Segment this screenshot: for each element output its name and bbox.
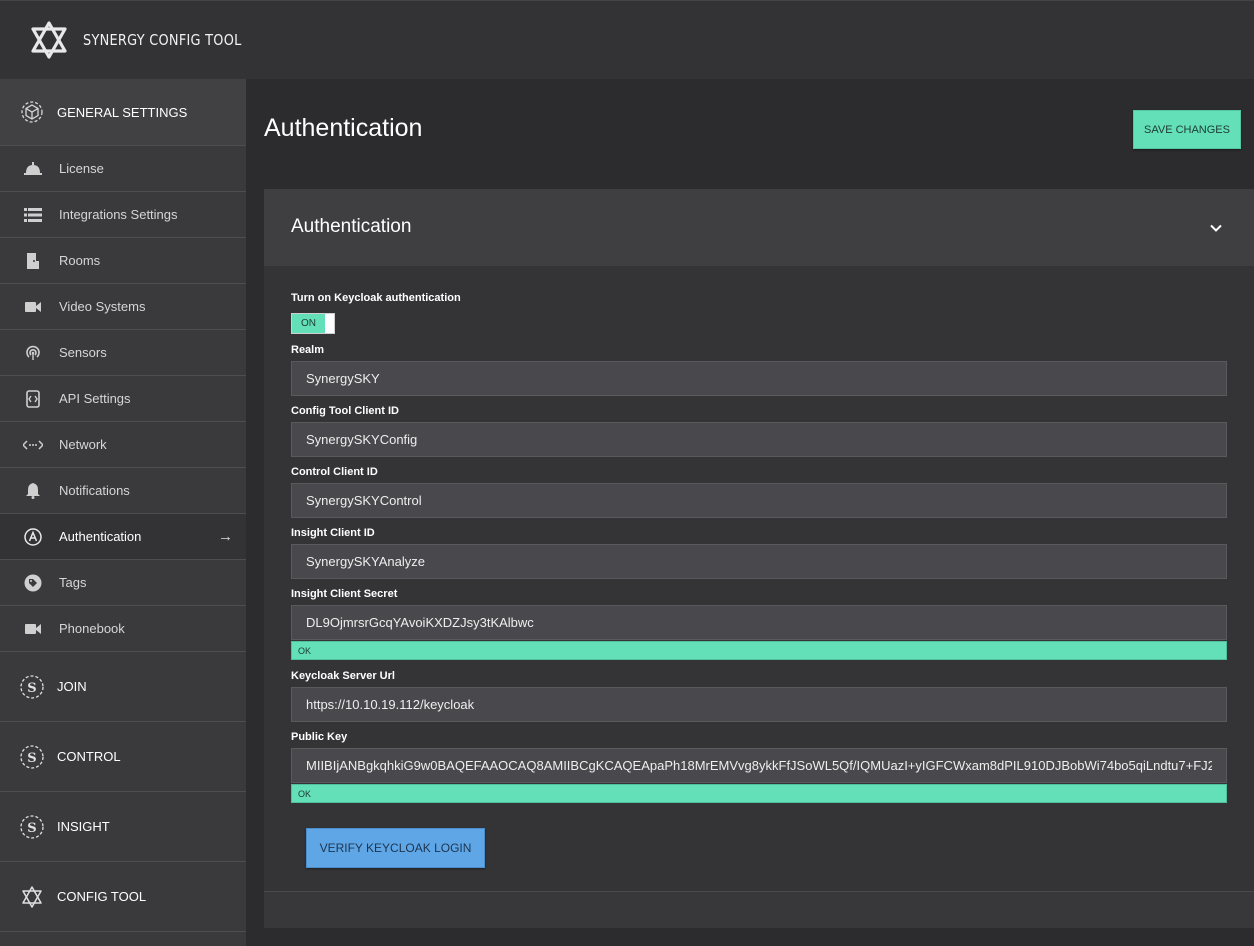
sidebar-item-sensors[interactable]: Sensors	[0, 330, 246, 376]
sidebar-item-label: Tags	[59, 575, 87, 590]
sidebar-item-label: Video Systems	[59, 299, 146, 314]
sidebar-module-join[interactable]: S JOIN	[0, 652, 246, 722]
top-header: SYNERGY CONFIG TOOL	[0, 0, 1254, 79]
public-key-input[interactable]	[291, 748, 1227, 783]
secret-status-badge: OK	[291, 641, 1227, 660]
svg-text:S: S	[27, 681, 36, 696]
sidebar-item-label: API Settings	[59, 391, 131, 406]
bell-icon	[23, 481, 43, 501]
join-icon: S	[20, 674, 44, 699]
synergy-logo-icon	[31, 21, 67, 59]
keycloak-server-url-input[interactable]	[291, 687, 1227, 722]
auth-icon	[23, 527, 43, 547]
realm-label: Realm	[291, 344, 325, 356]
realm-input[interactable]	[291, 361, 1227, 396]
sidebar-group-label: GENERAL SETTINGS	[57, 104, 188, 120]
panel-body: Turn on Keycloak authentication ON Realm…	[264, 266, 1254, 891]
insight-client-secret-label: Insight Client Secret	[291, 588, 398, 600]
sidebar-module-label: INSIGHT	[57, 819, 110, 834]
control-client-id-label: Control Client ID	[291, 466, 378, 478]
sidebar-item-tags[interactable]: Tags	[0, 560, 246, 606]
public-key-label: Public Key	[291, 731, 348, 743]
sidebar-item-license[interactable]: License	[0, 146, 246, 192]
tag-icon	[23, 573, 43, 593]
sensor-icon	[23, 343, 43, 363]
config-client-id-input[interactable]	[291, 422, 1227, 457]
page-title: Authentication	[264, 114, 423, 142]
sidebar-module-insight[interactable]: S INSIGHT	[0, 792, 246, 862]
keycloak-server-url-label: Keycloak Server Url	[291, 670, 395, 682]
phonebook-icon	[23, 619, 43, 639]
control-icon: S	[20, 744, 44, 769]
verify-keycloak-login-button[interactable]: VERIFY KEYCLOAK LOGIN	[306, 828, 485, 868]
public-key-status-badge: OK	[291, 784, 1227, 803]
toggle-state: ON	[292, 314, 325, 333]
sidebar-item-video-systems[interactable]: Video Systems	[0, 284, 246, 330]
network-icon	[23, 435, 43, 455]
sidebar-item-label: Rooms	[59, 253, 101, 268]
gear-cube-icon	[21, 101, 43, 123]
sidebar-module-label: CONFIG TOOL	[57, 889, 147, 904]
sidebar-item-label: Network	[59, 437, 107, 452]
config-tool-icon	[22, 885, 42, 908]
sidebar-item-api-settings[interactable]: API Settings	[0, 376, 246, 422]
control-client-id-input[interactable]	[291, 483, 1227, 518]
save-changes-button[interactable]: SAVE CHANGES	[1133, 110, 1241, 149]
sidebar-item-phonebook[interactable]: Phonebook	[0, 606, 246, 652]
door-icon	[23, 251, 43, 271]
sidebar-module-control[interactable]: S CONTROL	[0, 722, 246, 792]
sidebar-item-authentication[interactable]: Authentication →	[0, 514, 246, 560]
sidebar-item-label: Sensors	[59, 345, 107, 360]
main-content: Authentication SAVE CHANGES Authenticati…	[246, 79, 1254, 946]
sidebar-module-label: CONTROL	[57, 749, 121, 764]
chevron-down-icon[interactable]	[1208, 220, 1224, 236]
insight-client-id-label: Insight Client ID	[291, 527, 375, 539]
sidebar-item-notifications[interactable]: Notifications	[0, 468, 246, 514]
authentication-panel: Authentication Turn on Keycloak authenti…	[264, 189, 1254, 928]
app-title: SYNERGY CONFIG TOOL	[83, 31, 242, 49]
api-icon	[23, 389, 43, 409]
sidebar-module-config-tool[interactable]: CONFIG TOOL	[0, 862, 246, 932]
config-client-id-label: Config Tool Client ID	[291, 405, 399, 417]
svg-text:S: S	[27, 751, 36, 766]
video-camera-icon	[23, 297, 43, 317]
list-icon	[23, 205, 43, 225]
panel-title: Authentication	[291, 216, 412, 237]
panel-header[interactable]: Authentication	[264, 189, 1254, 266]
sidebar-item-label: License	[59, 161, 104, 176]
svg-text:S: S	[27, 821, 36, 836]
insight-icon: S	[20, 814, 44, 839]
sidebar-item-label: Phonebook	[59, 621, 125, 636]
active-arrow-icon: →	[218, 528, 233, 545]
sidebar-item-integrations-settings[interactable]: Integrations Settings	[0, 192, 246, 238]
sidebar-item-network[interactable]: Network	[0, 422, 246, 468]
sidebar: GENERAL SETTINGS License Integrations Se…	[0, 79, 246, 946]
sidebar-module-label: JOIN	[57, 679, 87, 694]
sidebar-item-rooms[interactable]: Rooms	[0, 238, 246, 284]
sidebar-item-label: Integrations Settings	[59, 207, 178, 222]
panel-footer	[264, 891, 1254, 928]
sidebar-item-label: Authentication	[59, 529, 142, 544]
insight-client-id-input[interactable]	[291, 544, 1227, 579]
keycloak-toggle[interactable]: ON	[291, 313, 335, 334]
keycloak-toggle-label: Turn on Keycloak authentication	[291, 292, 461, 304]
license-icon	[23, 159, 43, 179]
sidebar-group-general-settings[interactable]: GENERAL SETTINGS	[0, 79, 246, 146]
insight-client-secret-input[interactable]	[291, 605, 1227, 640]
sidebar-item-label: Notifications	[59, 483, 130, 498]
